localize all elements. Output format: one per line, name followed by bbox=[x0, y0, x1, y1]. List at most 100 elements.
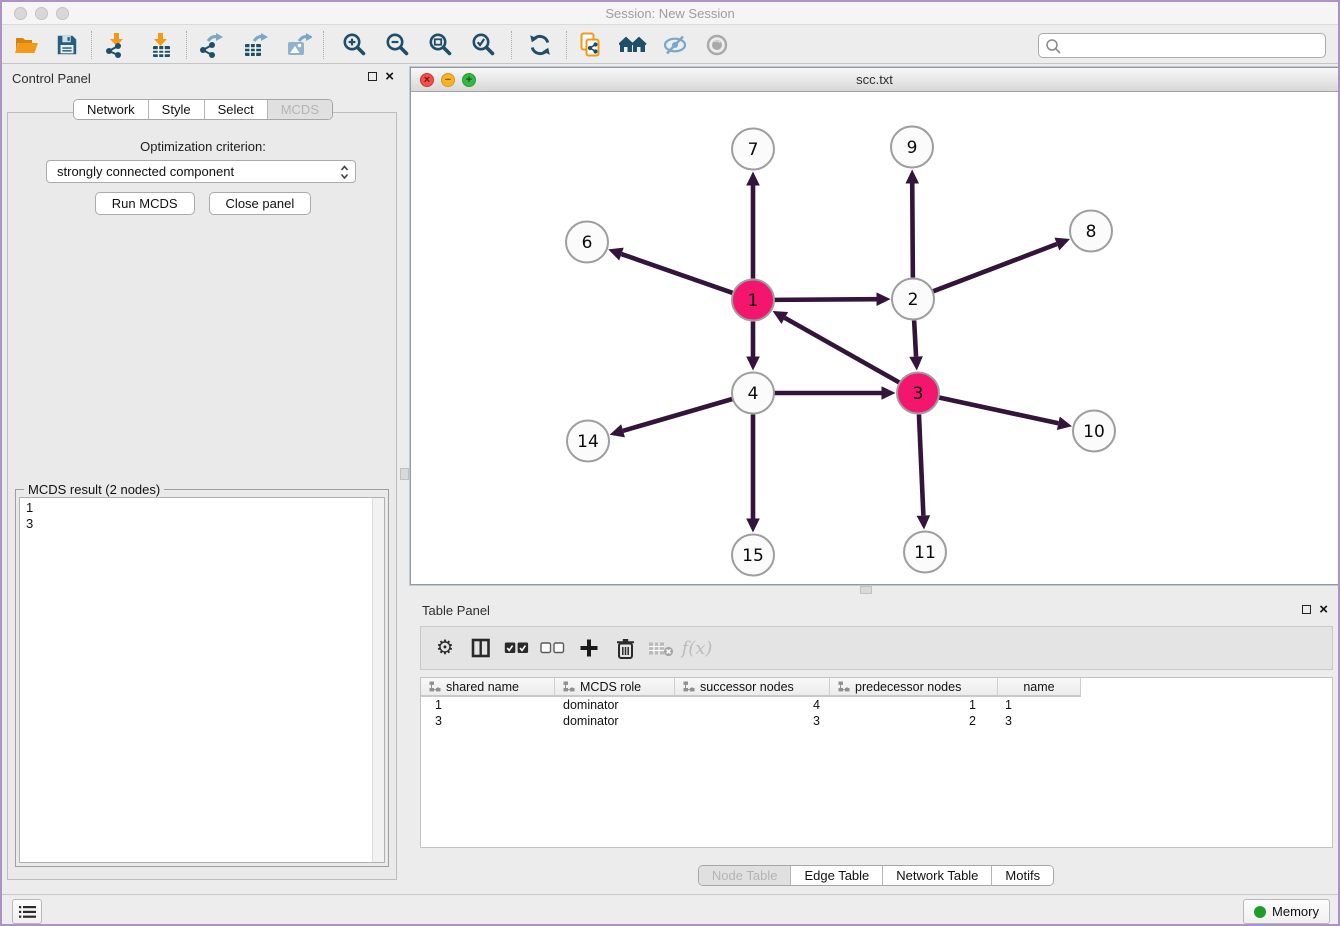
zoom-fit-icon[interactable] bbox=[423, 30, 457, 60]
status-bar: Memory bbox=[2, 894, 1338, 926]
zoom-selected-icon[interactable] bbox=[466, 30, 500, 60]
node-label-6: 6 bbox=[582, 233, 593, 253]
graph-edge-3-1[interactable] bbox=[785, 318, 899, 383]
control-panel-header: Control Panel × bbox=[2, 65, 404, 91]
apply-layout-icon[interactable] bbox=[523, 30, 557, 60]
table-settings-gear-icon[interactable]: ⚙ bbox=[427, 633, 463, 663]
zoom-out-icon[interactable] bbox=[380, 30, 414, 60]
table-panel-tabs: Node TableEdge TableNetwork TableMotifs bbox=[410, 865, 1340, 886]
import-network-icon[interactable] bbox=[99, 30, 133, 60]
float-panel-icon[interactable] bbox=[368, 72, 377, 81]
close-table-panel-icon[interactable]: × bbox=[1319, 604, 1328, 615]
table-cell[interactable]: dominator bbox=[555, 697, 675, 713]
edge-arrowhead bbox=[905, 169, 919, 183]
table-cell[interactable]: 3 bbox=[675, 713, 830, 729]
network-window-titlebar[interactable]: × − + scc.txt bbox=[411, 68, 1338, 92]
node-label-3: 3 bbox=[913, 384, 924, 404]
tab-mcds[interactable]: MCDS bbox=[267, 100, 332, 119]
graph-edge-2-3[interactable] bbox=[914, 320, 916, 356]
hierarchy-icon bbox=[563, 681, 575, 692]
tab-edge-table[interactable]: Edge Table bbox=[790, 866, 882, 885]
hide-selected-eye-icon[interactable] bbox=[658, 30, 692, 60]
graph-edge-3-11[interactable] bbox=[919, 414, 923, 515]
search-input[interactable] bbox=[1065, 35, 1320, 56]
edge-arrowhead bbox=[608, 248, 623, 261]
show-all-eye-icon bbox=[700, 30, 734, 60]
table-cell[interactable]: 4 bbox=[675, 697, 830, 713]
add-column-icon[interactable] bbox=[571, 633, 607, 663]
main-toolbar bbox=[2, 26, 1338, 64]
tab-select[interactable]: Select bbox=[204, 100, 267, 119]
node-table[interactable]: shared nameMCDS rolesuccessor nodesprede… bbox=[420, 677, 1333, 848]
tab-network-table[interactable]: Network Table bbox=[882, 866, 991, 885]
network-canvas[interactable]: 7968124314101511 bbox=[411, 92, 1338, 584]
memory-button[interactable]: Memory bbox=[1243, 899, 1330, 924]
edge-arrowhead bbox=[876, 292, 890, 306]
node-label-4: 4 bbox=[748, 384, 759, 404]
export-table-icon[interactable] bbox=[238, 30, 272, 60]
column-header-name[interactable]: name bbox=[998, 678, 1081, 695]
import-table-icon[interactable] bbox=[145, 30, 179, 60]
table-row[interactable]: 3dominator323 bbox=[421, 713, 1332, 729]
vertical-splitter-grip[interactable] bbox=[400, 468, 409, 480]
mcds-result-group: MCDS result (2 nodes) 1 3 bbox=[15, 489, 389, 867]
home-networks-icon[interactable] bbox=[616, 30, 650, 60]
table-cell[interactable]: 3 bbox=[421, 713, 555, 729]
tab-node-table[interactable]: Node Table bbox=[699, 866, 791, 885]
edge-arrowhead bbox=[882, 386, 896, 400]
node-label-11: 11 bbox=[914, 543, 936, 563]
table-tab-group: Node TableEdge TableNetwork TableMotifs bbox=[698, 865, 1054, 886]
node-label-15: 15 bbox=[742, 546, 764, 566]
export-network-icon[interactable] bbox=[194, 30, 228, 60]
list-icon bbox=[19, 905, 36, 919]
graph-edge-2-8[interactable] bbox=[933, 244, 1057, 291]
table-row[interactable]: 1dominator411 bbox=[421, 697, 1332, 713]
graph-edge-2-9[interactable] bbox=[912, 183, 913, 277]
mcds-result-area[interactable]: 1 3 bbox=[19, 497, 385, 863]
delete-columns-trash-icon[interactable] bbox=[607, 633, 643, 663]
criterion-dropdown[interactable]: strongly connected component bbox=[46, 160, 356, 183]
close-panel-icon[interactable]: × bbox=[385, 71, 394, 82]
toolbar-separator bbox=[323, 31, 324, 59]
column-header-successor-nodes[interactable]: successor nodes bbox=[675, 678, 830, 695]
table-cell[interactable]: 1 bbox=[998, 697, 1081, 713]
export-image-icon[interactable] bbox=[282, 30, 316, 60]
table-cell[interactable]: dominator bbox=[555, 713, 675, 729]
network-graph: 7968124314101511 bbox=[411, 92, 1338, 584]
run-mcds-button[interactable]: Run MCDS bbox=[95, 192, 195, 215]
graph-edge-1-6[interactable] bbox=[621, 254, 732, 293]
table-cell[interactable]: 1 bbox=[421, 697, 555, 713]
column-header-MCDS-role[interactable]: MCDS role bbox=[555, 678, 675, 695]
horizontal-splitter-grip[interactable] bbox=[860, 586, 872, 594]
tab-motifs[interactable]: Motifs bbox=[991, 866, 1053, 885]
toolbar-separator bbox=[91, 31, 92, 59]
column-header-predecessor-nodes[interactable]: predecessor nodes bbox=[830, 678, 998, 695]
save-session-icon[interactable] bbox=[50, 30, 84, 60]
graph-edge-4-14[interactable] bbox=[623, 399, 732, 431]
result-scrollbar[interactable] bbox=[372, 498, 384, 862]
column-header-shared-name[interactable]: shared name bbox=[421, 678, 555, 695]
control-panel-title: Control Panel bbox=[12, 71, 91, 86]
edge-arrowhead bbox=[746, 172, 760, 186]
tab-network[interactable]: Network bbox=[74, 100, 148, 119]
mcds-result-text: 1 3 bbox=[26, 500, 33, 532]
table-cell[interactable]: 1 bbox=[830, 697, 998, 713]
node-label-9: 9 bbox=[907, 138, 918, 158]
graph-edge-3-10[interactable] bbox=[939, 398, 1058, 424]
zoom-in-icon[interactable] bbox=[337, 30, 371, 60]
task-history-button[interactable] bbox=[12, 899, 42, 924]
show-columns-icon[interactable] bbox=[463, 633, 499, 663]
clone-network-icon[interactable] bbox=[574, 30, 608, 60]
tab-style[interactable]: Style bbox=[148, 100, 204, 119]
open-session-icon[interactable] bbox=[10, 30, 44, 60]
table-cell[interactable]: 2 bbox=[830, 713, 998, 729]
memory-label: Memory bbox=[1272, 904, 1319, 919]
float-table-panel-icon[interactable] bbox=[1302, 605, 1311, 614]
unselect-all-columns-icon[interactable] bbox=[535, 633, 571, 663]
close-panel-button[interactable]: Close panel bbox=[209, 192, 312, 215]
table-cell[interactable]: 3 bbox=[998, 713, 1081, 729]
control-panel: Control Panel × NetworkStyleSelectMCDS O… bbox=[2, 65, 404, 894]
graph-edge-1-2[interactable] bbox=[774, 299, 876, 300]
select-all-columns-icon[interactable] bbox=[499, 633, 535, 663]
function-builder-icon: f(x) bbox=[679, 633, 715, 663]
